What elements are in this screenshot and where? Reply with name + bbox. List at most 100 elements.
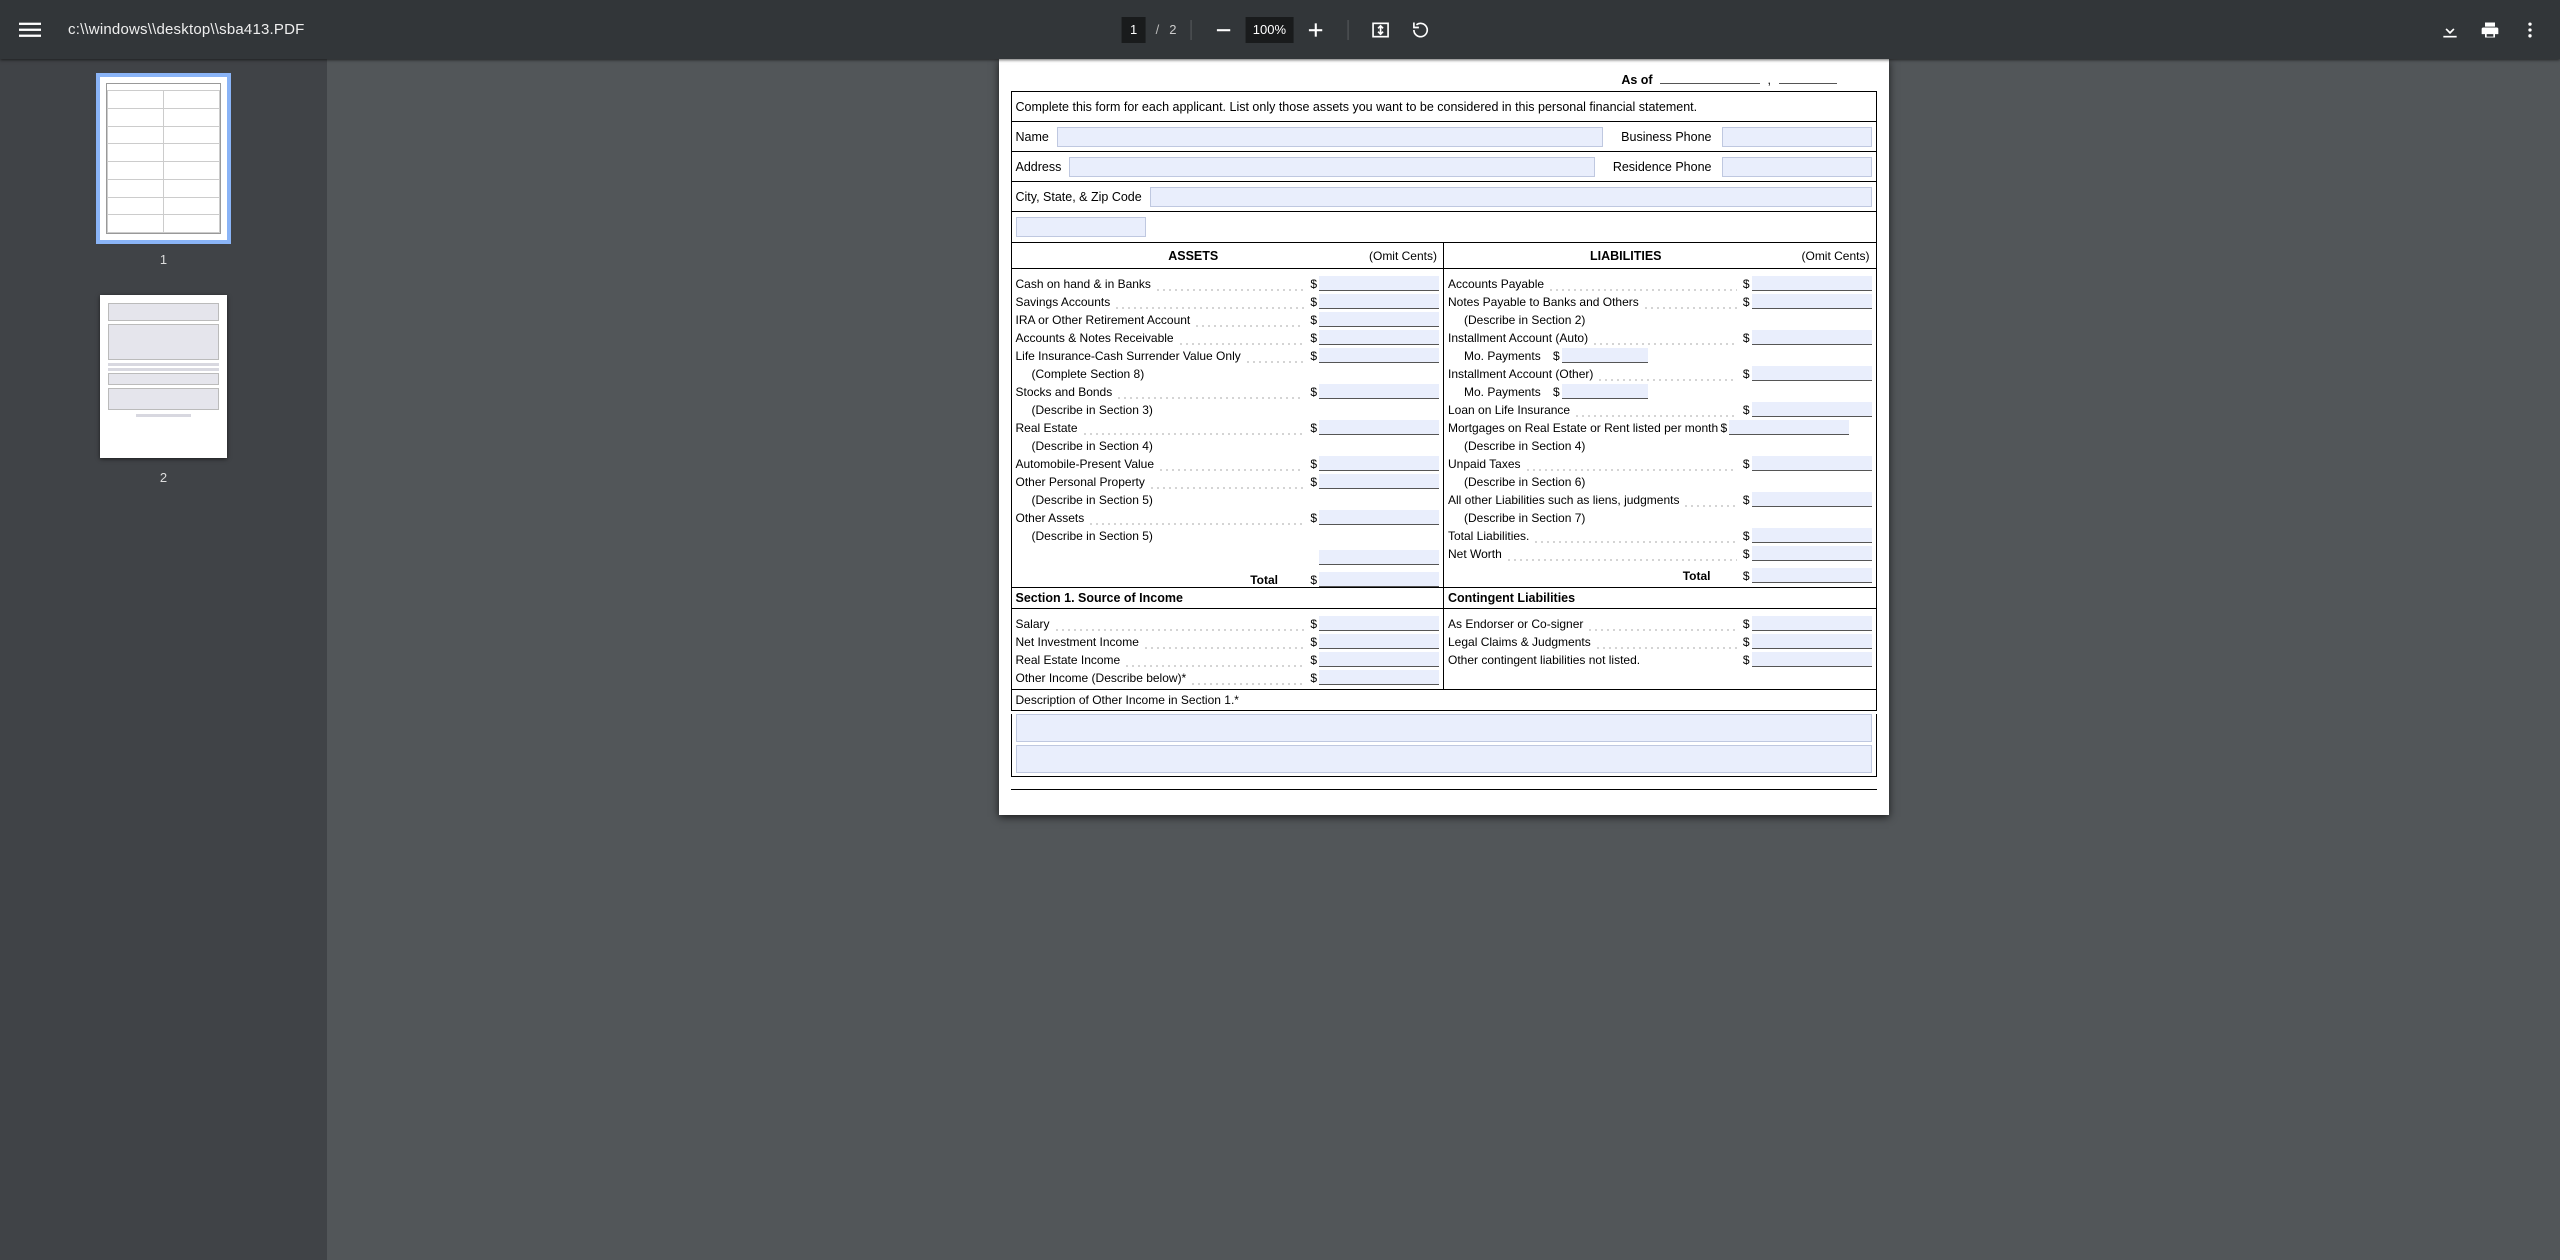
asset-receivable: Accounts & Notes Receivable xyxy=(1016,331,1174,345)
business-phone-field[interactable] xyxy=(1722,127,1872,147)
liab-notes-field[interactable] xyxy=(1752,294,1872,309)
inc-real-estate-field[interactable] xyxy=(1319,652,1439,667)
section1-desc: Description of Other Income in Section 1… xyxy=(1011,690,1877,711)
liab-install-auto: Installment Account (Auto) xyxy=(1448,331,1588,345)
liab-mo-pay-2-field[interactable] xyxy=(1562,384,1648,399)
asset-ira: IRA or Other Retirement Account xyxy=(1016,313,1191,327)
asset-personal-note: (Describe in Section 5) xyxy=(1032,493,1153,507)
cont-other: Other contingent liabilities not listed. xyxy=(1448,653,1640,667)
asset-real-estate-field[interactable] xyxy=(1319,420,1439,435)
print-icon[interactable] xyxy=(2472,12,2508,48)
thumbnail-1-label: 1 xyxy=(160,252,167,267)
city-label: City, State, & Zip Code xyxy=(1016,190,1150,204)
zoom-level-input[interactable] xyxy=(1245,17,1293,43)
liabilities-column: LIABILITIES (Omit Cents) Accounts Payabl… xyxy=(1443,243,1876,587)
inc-invest-field[interactable] xyxy=(1319,634,1439,649)
residence-phone-label: Residence Phone xyxy=(1595,160,1722,174)
inc-other-field[interactable] xyxy=(1319,670,1439,685)
divider xyxy=(1347,20,1348,40)
assets-column: ASSETS (Omit Cents) Cash on hand & in Ba… xyxy=(1012,243,1444,587)
assets-total-label: Total xyxy=(1016,573,1309,587)
asset-other-note: (Describe in Section 5) xyxy=(1032,529,1153,543)
page-viewport[interactable]: As of , Complete this form for each appl… xyxy=(327,59,2560,1260)
as-of-row: As of , xyxy=(1011,71,1877,91)
inc-salary-field[interactable] xyxy=(1319,616,1439,631)
asset-real-estate-note: (Describe in Section 4) xyxy=(1032,439,1153,453)
thumbnail-2-label: 2 xyxy=(160,470,167,485)
liab-notes: Notes Payable to Banks and Others xyxy=(1448,295,1639,309)
menu-icon[interactable] xyxy=(12,12,48,48)
city-field[interactable] xyxy=(1150,187,1872,207)
page-separator: / xyxy=(1150,22,1166,37)
liab-install-other-field[interactable] xyxy=(1752,366,1872,381)
section1-desc-fields xyxy=(1011,714,1877,777)
residence-phone-field[interactable] xyxy=(1722,157,1872,177)
liab-total-liab-field[interactable] xyxy=(1752,528,1872,543)
asset-auto-field[interactable] xyxy=(1319,456,1439,471)
asset-personal: Other Personal Property xyxy=(1016,475,1145,489)
cont-endorser-field[interactable] xyxy=(1752,616,1872,631)
name-label: Name xyxy=(1016,130,1057,144)
liab-mortgage-field[interactable] xyxy=(1729,420,1849,435)
asset-savings-field[interactable] xyxy=(1319,294,1439,309)
liab-install-auto-field[interactable] xyxy=(1752,330,1872,345)
asset-stocks-note: (Describe in Section 3) xyxy=(1032,403,1153,417)
cont-legal: Legal Claims & Judgments xyxy=(1448,635,1591,649)
business-phone-label: Business Phone xyxy=(1603,130,1721,144)
address-field[interactable] xyxy=(1069,157,1594,177)
liab-install-other: Installment Account (Other) xyxy=(1448,367,1593,381)
asset-personal-field[interactable] xyxy=(1319,474,1439,489)
liab-net-worth-field[interactable] xyxy=(1752,546,1872,561)
liab-loan-life-field[interactable] xyxy=(1752,402,1872,417)
page-total: 2 xyxy=(1169,22,1176,37)
liab-total-label: Total xyxy=(1448,569,1741,583)
assets-total-field[interactable] xyxy=(1319,572,1439,587)
section1-header: Section 1. Source of Income xyxy=(1012,588,1444,609)
liab-mo-pay-2: Mo. Payments xyxy=(1464,385,1541,399)
liab-taxes-field[interactable] xyxy=(1752,456,1872,471)
liab-mortgage: Mortgages on Real Estate or Rent listed … xyxy=(1448,421,1718,435)
thumbnail-sidebar[interactable]: 1 2 xyxy=(0,59,327,1260)
asset-cash-field[interactable] xyxy=(1319,276,1439,291)
liab-taxes-sub: (Describe in Section 6) xyxy=(1464,475,1585,489)
blank-field[interactable] xyxy=(1016,217,1146,237)
zoom-out-icon[interactable] xyxy=(1205,12,1241,48)
fit-page-icon[interactable] xyxy=(1362,12,1398,48)
header-box: Complete this form for each applicant. L… xyxy=(1011,91,1877,243)
zoom-in-icon[interactable] xyxy=(1297,12,1333,48)
page-number-input[interactable] xyxy=(1122,17,1146,43)
address-label: Address xyxy=(1016,160,1070,174)
asset-life-ins: Life Insurance-Cash Surrender Value Only xyxy=(1016,349,1241,363)
inc-real-estate: Real Estate Income xyxy=(1016,653,1121,667)
liab-other-field[interactable] xyxy=(1752,492,1872,507)
cont-endorser: As Endorser or Co-signer xyxy=(1448,617,1583,631)
stage: 1 2 As of , xyxy=(0,59,2560,1260)
liab-other: All other Liabilities such as liens, jud… xyxy=(1448,493,1679,507)
asset-life-ins-field[interactable] xyxy=(1319,348,1439,363)
asset-blank-field[interactable] xyxy=(1319,550,1439,565)
liab-net-worth: Net Worth xyxy=(1448,547,1502,561)
asset-receivable-field[interactable] xyxy=(1319,330,1439,345)
thumbnail-1[interactable]: 1 xyxy=(100,77,227,267)
thumbnail-2[interactable]: 2 xyxy=(100,295,227,485)
asset-stocks-field[interactable] xyxy=(1319,384,1439,399)
download-icon[interactable] xyxy=(2432,12,2468,48)
cont-other-field[interactable] xyxy=(1752,652,1872,667)
cont-legal-field[interactable] xyxy=(1752,634,1872,649)
name-field[interactable] xyxy=(1057,127,1603,147)
inc-other: Other Income (Describe below)* xyxy=(1016,671,1187,685)
desc-field-2[interactable] xyxy=(1016,745,1872,773)
as-of-field-1[interactable] xyxy=(1660,83,1760,84)
asset-other-field[interactable] xyxy=(1319,510,1439,525)
as-of-field-2[interactable] xyxy=(1779,83,1837,84)
asset-ira-field[interactable] xyxy=(1319,312,1439,327)
liab-mo-pay-1-field[interactable] xyxy=(1562,348,1648,363)
asset-auto: Automobile-Present Value xyxy=(1016,457,1155,471)
rotate-icon[interactable] xyxy=(1402,12,1438,48)
instruction-text: Complete this form for each applicant. L… xyxy=(1016,100,1698,114)
liab-ap-field[interactable] xyxy=(1752,276,1872,291)
liab-total-field[interactable] xyxy=(1752,568,1872,583)
file-path: c:\\windows\\desktop\\sba413.PDF xyxy=(68,21,305,38)
more-icon[interactable] xyxy=(2512,12,2548,48)
desc-field-1[interactable] xyxy=(1016,714,1872,742)
